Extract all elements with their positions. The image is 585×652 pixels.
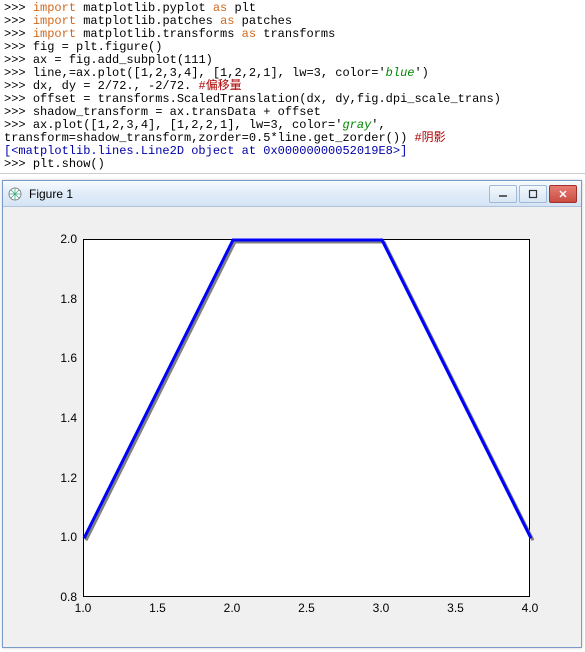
- x-tick-label: 1.5: [143, 601, 173, 615]
- plot-area: 0.81.01.21.41.61.82.0 1.01.52.02.53.03.5…: [3, 207, 581, 647]
- y-tick-label: 1.0: [43, 530, 77, 544]
- x-tick-label: 1.0: [68, 601, 98, 615]
- chart-lines: [84, 240, 531, 598]
- window-titlebar[interactable]: Figure 1: [3, 181, 581, 207]
- y-tick-label: 1.8: [43, 292, 77, 306]
- y-tick-label: 1.4: [43, 411, 77, 425]
- code-console: >>> import matplotlib.pyplot as plt>>> i…: [0, 0, 585, 174]
- maximize-button[interactable]: [519, 185, 547, 203]
- minimize-button[interactable]: [489, 185, 517, 203]
- y-tick-label: 1.6: [43, 351, 77, 365]
- y-tick-label: 2.0: [43, 232, 77, 246]
- close-button[interactable]: [549, 185, 577, 203]
- y-tick-label: 1.2: [43, 471, 77, 485]
- matplotlib-icon: [7, 186, 23, 202]
- x-tick-label: 4.0: [515, 601, 545, 615]
- figure-window: Figure 1 0.81.01.21.41.61.82.0 1.01.52.0…: [2, 180, 582, 648]
- x-tick-label: 3.5: [441, 601, 471, 615]
- shadow-line: [86, 242, 533, 540]
- x-tick-label: 2.5: [292, 601, 322, 615]
- window-title: Figure 1: [29, 187, 487, 201]
- x-tick-label: 2.0: [217, 601, 247, 615]
- x-tick-label: 3.0: [366, 601, 396, 615]
- main-line: [84, 240, 531, 538]
- axes-box: [83, 239, 530, 597]
- window-controls: [487, 185, 577, 203]
